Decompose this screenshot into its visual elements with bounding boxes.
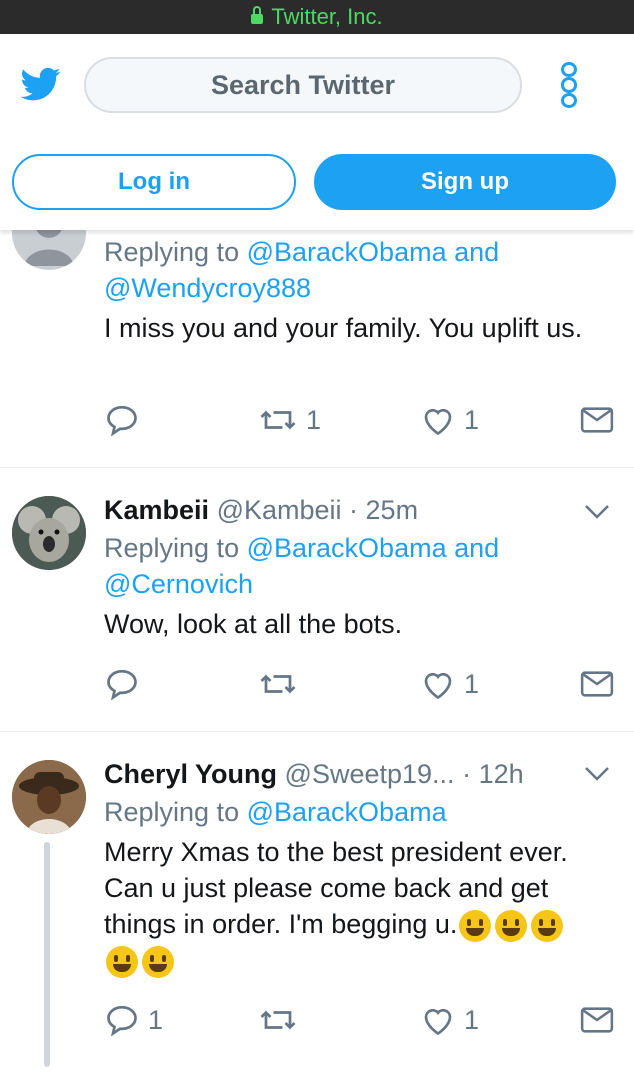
reply-button[interactable] (104, 400, 148, 440)
like-button[interactable]: 1 (420, 1000, 479, 1040)
retweet-icon (260, 410, 296, 430)
login-button[interactable]: Log in (12, 154, 296, 210)
grinning-emoji-icon (495, 909, 528, 942)
mention-link[interactable]: @BarackObama (247, 797, 447, 827)
tweet-item[interactable]: Cheryl Young @Sweetp19... · 12h Replying… (0, 732, 634, 1092)
heart-icon (424, 408, 452, 436)
twitter-bird-icon[interactable] (16, 64, 66, 104)
reply-icon (107, 405, 137, 437)
reply-icon (107, 1005, 137, 1037)
chevron-down-icon[interactable] (584, 766, 610, 782)
tweet-text: Merry Xmas to the best president ever. C… (104, 834, 618, 978)
chevron-down-icon[interactable] (584, 504, 610, 520)
timestamp[interactable]: · 12h (462, 759, 524, 789)
user-handle[interactable]: @Sweetp19... (285, 759, 455, 789)
avatar[interactable] (12, 496, 86, 570)
dm-button[interactable] (580, 1000, 614, 1040)
envelope-icon (580, 671, 614, 697)
thread-line (44, 842, 50, 1067)
search-input[interactable]: Search Twitter (84, 57, 522, 113)
replying-to: Replying to @BarackObama and @Wendycroy8… (104, 237, 500, 303)
browser-status-bar: Twitter, Inc. (0, 0, 634, 34)
retweet-icon (260, 1010, 296, 1030)
top-bar: Search Twitter Log in Sign up (0, 34, 634, 230)
retweet-icon (260, 674, 296, 694)
dm-button[interactable] (580, 664, 614, 704)
grinning-emoji-icon (142, 945, 174, 978)
avatar[interactable] (12, 760, 86, 834)
user-handle[interactable]: @Kambeii (217, 495, 342, 525)
lock-icon (251, 6, 264, 24)
tweet-header: Kambeii @Kambeii · 25m (104, 494, 618, 526)
signup-button[interactable]: Sign up (314, 154, 616, 210)
tweet-item[interactable]: Kambeii @Kambeii · 25m Replying to @Bara… (0, 468, 634, 732)
display-name[interactable]: Kambeii (104, 495, 209, 525)
more-options-icon[interactable] (556, 62, 582, 108)
reply-icon (107, 669, 137, 701)
like-button[interactable]: 1 (420, 400, 479, 440)
retweet-button[interactable] (258, 1000, 306, 1040)
timestamp[interactable]: · 25m (349, 495, 418, 525)
dm-button[interactable] (580, 400, 614, 440)
envelope-icon (580, 407, 614, 433)
heart-icon (424, 672, 452, 700)
retweet-button[interactable]: 1 (258, 400, 321, 440)
grinning-emoji-icon (531, 909, 564, 942)
tweet-item[interactable]: Replying to @BarackObama and @Wendycroy8… (0, 190, 634, 468)
tweet-text: I miss you and your family. You uplift u… (104, 313, 583, 343)
envelope-icon (580, 1007, 614, 1033)
grinning-emoji-icon (106, 945, 138, 978)
replying-to: Replying to @BarackObama and @Cernovich (104, 533, 500, 599)
tweet-text: Wow, look at all the bots. (104, 609, 403, 639)
reply-button[interactable]: 1 (104, 1000, 163, 1040)
heart-icon (424, 1008, 452, 1036)
tweet-header: Cheryl Young @Sweetp19... · 12h (104, 758, 618, 790)
replying-to: Replying to @BarackObama (104, 797, 447, 827)
site-title: Twitter, Inc. (271, 4, 383, 29)
display-name[interactable]: Cheryl Young (104, 759, 277, 789)
grinning-emoji-icon (459, 909, 492, 942)
reply-button[interactable] (104, 664, 148, 704)
retweet-button[interactable] (258, 664, 306, 704)
like-button[interactable]: 1 (420, 664, 479, 704)
